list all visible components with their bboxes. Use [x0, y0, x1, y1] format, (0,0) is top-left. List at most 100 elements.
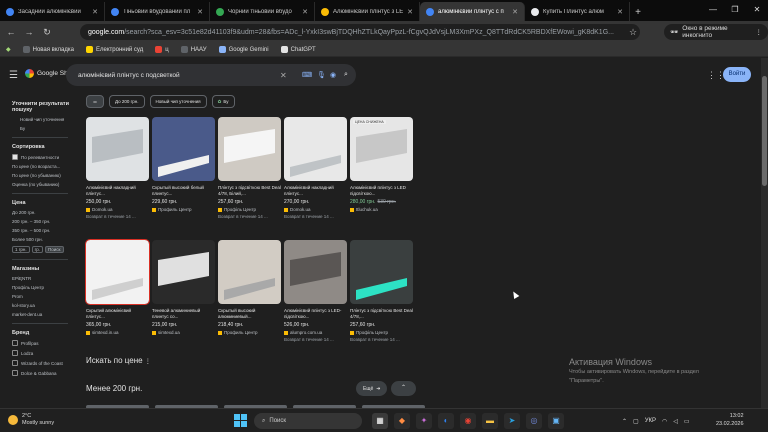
- browser-tab[interactable]: Купить Плинтус алюм ✕: [525, 2, 630, 21]
- sort-option[interactable]: По цене (по убыванию): [12, 173, 78, 178]
- price-option[interactable]: 350 грн. – 500 грн.: [12, 228, 78, 233]
- brand-option[interactable]: Lodza: [12, 350, 78, 356]
- filters-chip-icon[interactable]: ⚌: [86, 95, 104, 108]
- minimize-button[interactable]: —: [702, 0, 724, 19]
- brand-option[interactable]: Wizards of the Coast: [12, 360, 78, 366]
- product-image[interactable]: [218, 117, 281, 181]
- tab-close-icon[interactable]: ✕: [92, 8, 98, 16]
- clock[interactable]: 13:02 23.02.2026: [716, 412, 744, 428]
- sort-option[interactable]: По цене (по возраста...: [12, 164, 78, 169]
- price-from-input[interactable]: 1 грн.: [12, 246, 30, 253]
- product-card[interactable]: Алюмінієвий плінтус з LED-підсвіткою... 5…: [284, 240, 347, 357]
- product-title[interactable]: Скрытый высокий белый плинтус...: [152, 185, 215, 197]
- product-card[interactable]: Алюмінієвий накладний плінтус... 270,00 г…: [284, 117, 347, 234]
- checkbox[interactable]: [12, 360, 18, 366]
- sort-option[interactable]: По релевантности: [12, 154, 78, 160]
- bookmarks-apps-icon[interactable]: ◆: [6, 46, 11, 53]
- sort-option[interactable]: Оценка (по убыванию): [12, 182, 78, 187]
- search-icon[interactable]: ⌕: [344, 71, 348, 79]
- widget-icon[interactable]: ◆: [394, 413, 410, 429]
- login-button[interactable]: Войти: [723, 67, 751, 82]
- product-image[interactable]: [284, 117, 347, 181]
- bookmark-item[interactable]: Електронний суд: [85, 46, 143, 53]
- product-title[interactable]: Алюмінієвий накладний плінтус...: [284, 185, 347, 197]
- filter-chip[interactable]: Новый чип уточнения: [149, 95, 207, 108]
- tab-close-icon[interactable]: ✕: [197, 8, 203, 16]
- product-card[interactable]: ЦЕНА СНИЖЕНА Алюмінієвий плінтус з LED пі…: [350, 117, 413, 234]
- browser-tab[interactable]: Алюмінієвий плінтус з LED ✕: [315, 2, 420, 21]
- bookmark-item[interactable]: Новая вкладка: [22, 46, 74, 53]
- lens-icon[interactable]: ◉: [330, 71, 336, 79]
- forward-icon[interactable]: →: [22, 27, 36, 37]
- bookmark-item[interactable]: ChatGPT: [280, 46, 316, 53]
- tray-chevron-icon[interactable]: ⌃: [622, 418, 627, 425]
- tray-app-icon[interactable]: ▢: [633, 418, 639, 425]
- keyboard-icon[interactable]: ⌨: [302, 71, 312, 79]
- wifi-icon[interactable]: ◠: [662, 418, 667, 425]
- filter-chip[interactable]: ✿ Бу: [211, 95, 235, 108]
- refine-item[interactable]: Новий чип уточнення: [12, 117, 78, 122]
- close-window-button[interactable]: ✕: [746, 0, 768, 19]
- search-input[interactable]: алюмінієвий плінтус с подсветкой ✕ ⌨ 🎙 ◉…: [66, 64, 356, 86]
- chrome-icon[interactable]: ◉: [460, 413, 476, 429]
- price-option[interactable]: Более 500 грн.: [12, 237, 78, 242]
- product-image[interactable]: [152, 117, 215, 181]
- menu-dots-icon[interactable]: ⋮: [756, 28, 763, 36]
- product-title[interactable]: Плінтус з підсвіткою Best Deal 4/78,...: [350, 308, 413, 320]
- checkbox[interactable]: [12, 154, 18, 160]
- product-title[interactable]: Алюмінієвий накладний плінтус...: [86, 185, 149, 197]
- product-title[interactable]: Скрытый высокий алюминиевый...: [218, 308, 281, 320]
- language-indicator[interactable]: УКР: [645, 418, 656, 424]
- bookmark-item[interactable]: НААУ: [180, 46, 207, 53]
- next-button[interactable]: Ещё ➜: [356, 381, 388, 396]
- checkbox[interactable]: [12, 370, 18, 376]
- price-option[interactable]: До 200 грн.: [12, 210, 78, 215]
- tab-close-icon[interactable]: ✕: [302, 8, 308, 16]
- store-option[interactable]: market-dent.ua: [12, 312, 78, 317]
- weather-widget[interactable]: 2°C Mostly sunny: [8, 413, 54, 427]
- product-image[interactable]: [350, 240, 413, 304]
- voice-search-icon[interactable]: 🎙: [317, 71, 326, 79]
- task-view-icon[interactable]: ▦: [372, 413, 388, 429]
- bookmark-item[interactable]: Google Gemini: [218, 46, 269, 53]
- tab-close-icon[interactable]: ✕: [617, 8, 623, 16]
- brand-option[interactable]: Dolce & Gabbana: [12, 370, 78, 376]
- back-icon[interactable]: ←: [4, 27, 18, 37]
- scrollbar-thumb[interactable]: [762, 76, 767, 186]
- product-card[interactable]: Алюмінієвий накладний плінтус... 250,00 г…: [86, 117, 149, 234]
- brand-option[interactable]: Profilpas: [12, 340, 78, 346]
- bookmark-item[interactable]: ц: [155, 46, 169, 53]
- incognito-indicator[interactable]: 🕶 Окно в режиме инкогнито ⋮: [664, 24, 768, 40]
- price-option[interactable]: 200 грн. – 350 грн.: [12, 219, 78, 224]
- browser-tab[interactable]: Чорний тіньовий вбудо ✕: [210, 2, 315, 21]
- product-image[interactable]: [152, 240, 215, 304]
- start-icon[interactable]: [234, 414, 247, 427]
- new-tab-button[interactable]: +: [630, 7, 646, 21]
- page-scrollbar[interactable]: [761, 58, 768, 408]
- browser-tab[interactable]: алюмінієвий плінтус с п ✕: [420, 2, 525, 21]
- product-card[interactable]: Плінтус з підсвіткою Best Deal 4/78,... 2…: [350, 240, 413, 357]
- discord-icon[interactable]: ◎: [526, 413, 542, 429]
- product-title[interactable]: Алюмінієвий плінтус з LED підсвіткою...: [350, 185, 413, 197]
- product-title[interactable]: Теневой алюминиевый плинтус со...: [152, 308, 215, 320]
- browser-tab[interactable]: Тіньовий вбудований пл ✕: [105, 2, 210, 21]
- url-bar[interactable]: google.com/search?sca_esv=3c51e82d41103f…: [80, 24, 640, 40]
- maximize-button[interactable]: ❐: [724, 0, 746, 19]
- taskbar-search[interactable]: ⌕ Поиск: [254, 413, 362, 429]
- edge-icon[interactable]: ◐: [438, 413, 454, 429]
- store-option[interactable]: Prom: [12, 294, 78, 299]
- store-option[interactable]: EPiĘNTR: [12, 276, 78, 281]
- store-option[interactable]: kol-story.ua: [12, 303, 78, 308]
- checkbox[interactable]: [12, 340, 18, 346]
- product-image[interactable]: ЦЕНА СНИЖЕНА: [350, 117, 413, 181]
- filter-chip[interactable]: До 200 грн.: [109, 95, 145, 108]
- battery-icon[interactable]: ▭: [684, 418, 690, 425]
- product-image[interactable]: [85, 239, 150, 305]
- clear-search-icon[interactable]: ✕: [280, 71, 287, 80]
- collapse-button[interactable]: ⌃: [391, 381, 416, 396]
- copilot-icon[interactable]: ✦: [416, 413, 432, 429]
- tab-close-icon[interactable]: ✕: [407, 8, 413, 16]
- checkbox[interactable]: [12, 350, 18, 356]
- main-menu-icon[interactable]: ☰: [9, 70, 18, 81]
- price-go-button[interactable]: Поиск: [45, 246, 64, 253]
